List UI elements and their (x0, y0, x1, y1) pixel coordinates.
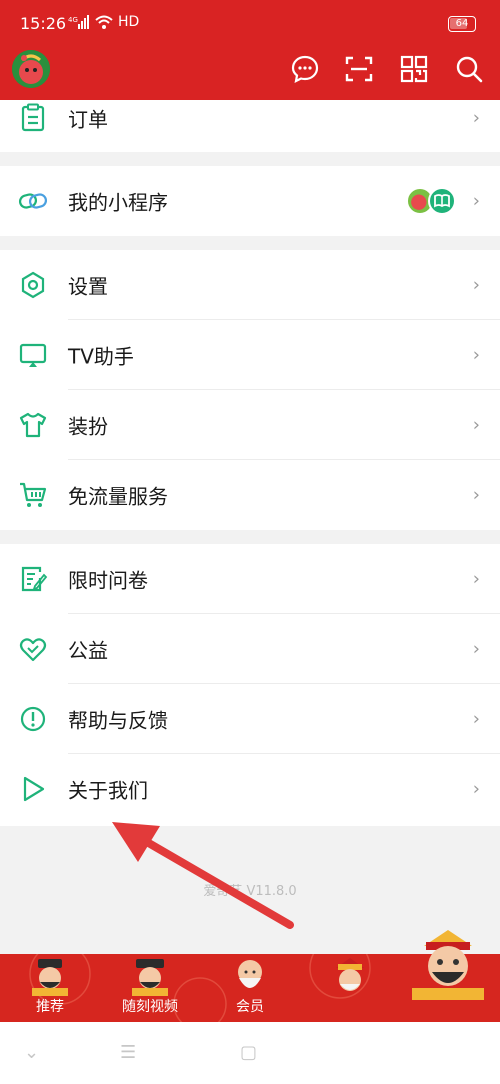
mascot-fortune-god[interactable] (408, 928, 488, 1000)
menu-item-survey[interactable]: 限时问卷 › (0, 544, 500, 614)
about-group: 限时问卷 › 公益 › 帮助与反馈 › 关于我们 › (0, 544, 500, 826)
fortune-god-icon (132, 959, 168, 996)
orders-group: 订单 › (0, 100, 500, 152)
mini-programs-group: 我的小程序 › (0, 166, 500, 236)
link-icon (18, 193, 48, 209)
app-bar (0, 46, 500, 96)
tab-label: 随刻视频 (122, 999, 178, 1015)
tshirt-icon (19, 412, 47, 438)
chevron-right-icon: › (472, 190, 480, 212)
heart-icon (19, 638, 47, 662)
chevron-right-icon: › (472, 414, 480, 436)
play-icon (23, 776, 45, 802)
recent-mini-programs (406, 187, 456, 215)
chevron-right-icon: › (472, 778, 480, 800)
status-bar: 15:26 4G HD 64 (0, 0, 500, 44)
chevron-right-icon: › (472, 344, 480, 366)
menu-item-label: 限时问卷 (68, 568, 148, 593)
chevron-right-icon: › (472, 708, 480, 730)
settings-hexagon-icon (21, 271, 45, 299)
avatar-image (12, 50, 50, 88)
menu-item-about[interactable]: 关于我们 › (0, 754, 500, 824)
info-circle-icon (20, 706, 46, 732)
settings-group: 设置 › TV助手 › 装扮 › 免流量服务 › (0, 250, 500, 530)
screen: 15:26 4G HD 64 订单 › 我的小程序 › 设置 › TV助手 › … (0, 0, 500, 1084)
menu-item-orders[interactable]: 订单 › (0, 100, 500, 136)
menu-item-label: 我的小程序 (68, 190, 168, 215)
network-type: 4G (68, 16, 78, 24)
menu-item-charity[interactable]: 公益 › (0, 614, 500, 684)
hd-indicator: HD (118, 14, 140, 30)
scan-icon[interactable] (344, 54, 374, 84)
fortune-god-icon (336, 958, 364, 991)
tab-label: 会员 (236, 999, 264, 1015)
wifi-icon (95, 15, 113, 29)
menu-item-label: 公益 (68, 638, 108, 663)
book-icon (434, 194, 450, 208)
qr-code-icon[interactable] (399, 54, 429, 84)
menu-item-label: 设置 (68, 274, 108, 299)
fortune-god-icon (32, 959, 68, 996)
tv-icon (19, 343, 47, 367)
chevron-right-icon: › (472, 274, 480, 296)
top-header: 15:26 4G HD 64 (0, 0, 500, 100)
menu-item-settings[interactable]: 设置 › (0, 250, 500, 320)
menu-item-label: 订单 (68, 107, 108, 132)
signal-icon: 4G (68, 15, 89, 29)
menu-item-label: 装扮 (68, 414, 108, 439)
tab-fourth[interactable] (300, 954, 400, 1022)
chevron-right-icon: › (472, 568, 480, 590)
menu-item-free-data[interactable]: 免流量服务 › (0, 460, 500, 530)
menu-item-mini-programs[interactable]: 我的小程序 › (0, 166, 500, 236)
menu-item-dress-up[interactable]: 装扮 › (0, 390, 500, 460)
status-icons: 4G HD (68, 14, 139, 30)
battery-indicator: 64 (448, 16, 476, 32)
menu-item-label: 关于我们 (68, 778, 148, 803)
clipboard-icon (21, 103, 45, 132)
menu-item-label: 免流量服务 (68, 484, 168, 509)
chevron-right-icon: › (472, 638, 480, 660)
nav-recent-button[interactable]: ▢ (240, 1042, 257, 1063)
tab-label: 推荐 (36, 999, 64, 1015)
avatar[interactable] (12, 50, 50, 88)
mini-program-thumb-book[interactable] (428, 187, 456, 215)
menu-item-label: TV助手 (68, 344, 134, 369)
tab-suike-video[interactable]: 随刻视频 (100, 954, 200, 1022)
message-icon[interactable] (290, 54, 320, 84)
menu-item-label: 帮助与反馈 (68, 708, 168, 733)
elder-icon (238, 960, 262, 988)
search-icon[interactable] (454, 54, 484, 84)
app-version: 爱奇艺 V11.8.0 (203, 884, 297, 899)
survey-icon (21, 566, 48, 592)
battery-level: 64 (455, 18, 469, 29)
menu-item-help[interactable]: 帮助与反馈 › (0, 684, 500, 754)
status-time: 15:26 (20, 14, 67, 33)
chevron-right-icon: › (472, 484, 480, 506)
system-nav-bar: ⌄ ☰ ▢ (0, 1022, 500, 1084)
nav-back-button[interactable]: ⌄ (24, 1042, 39, 1063)
chevron-right-icon: › (472, 107, 480, 129)
shopping-cart-icon (20, 482, 47, 507)
annotation-arrow (112, 822, 294, 929)
menu-item-tv-assistant[interactable]: TV助手 › (0, 320, 500, 390)
tab-recommend[interactable]: 推荐 (0, 954, 100, 1022)
tab-vip[interactable]: 会员 (200, 954, 300, 1022)
nav-home-button[interactable]: ☰ (120, 1042, 136, 1063)
